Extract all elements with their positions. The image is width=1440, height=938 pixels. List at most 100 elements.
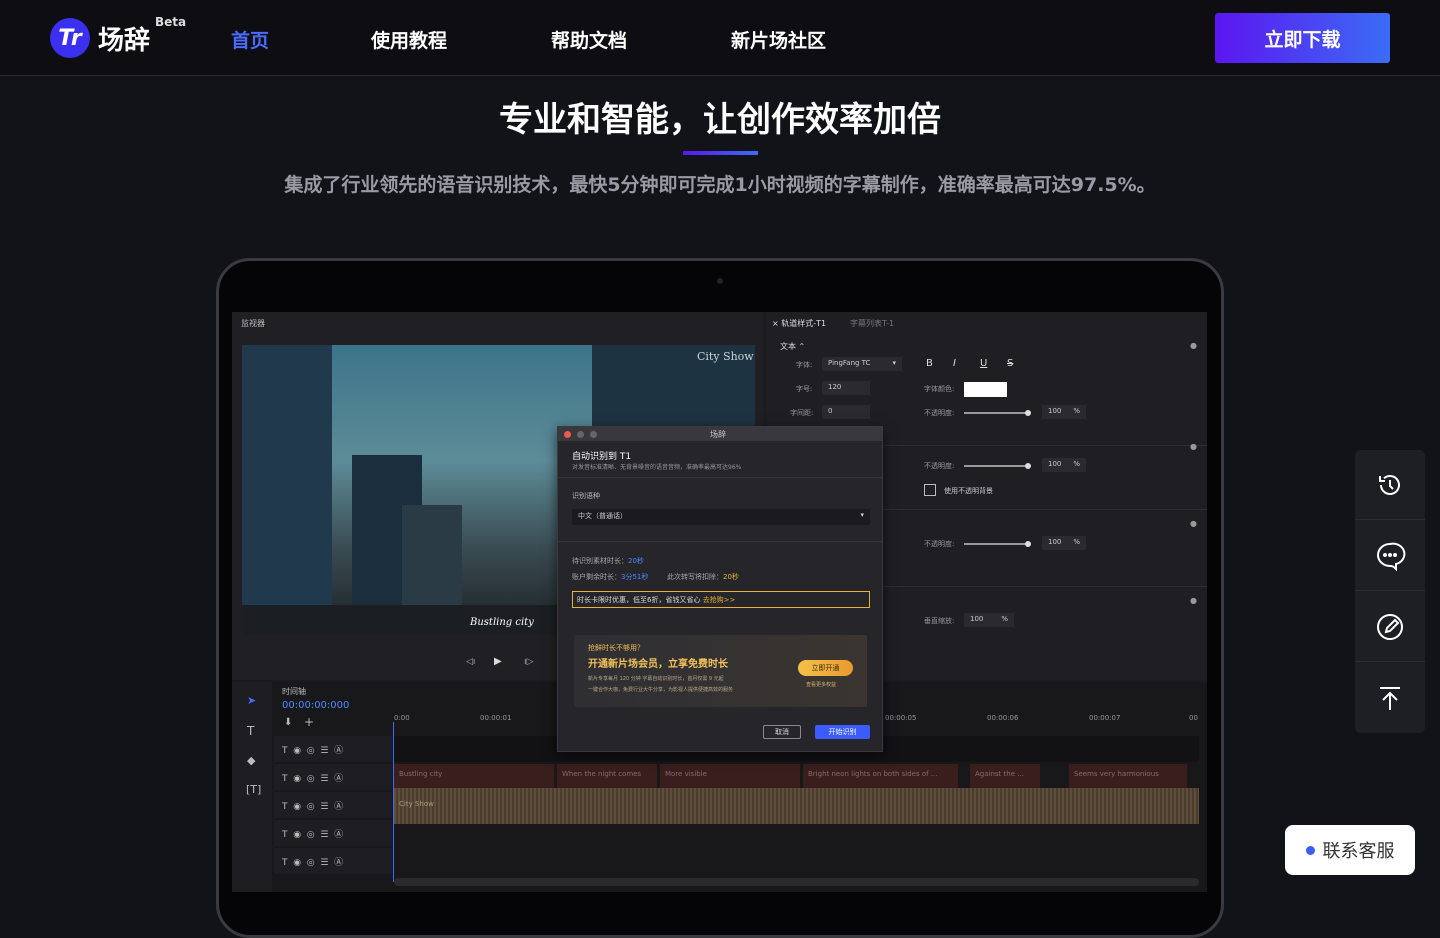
playhead[interactable] [393, 722, 394, 882]
contact-support-button[interactable]: 联系客服 [1285, 825, 1415, 875]
play-icon[interactable]: ▶ [494, 656, 502, 667]
logo-icon[interactable]: Tr [50, 18, 90, 58]
bold-button[interactable]: B [926, 358, 933, 369]
subtitle-clip[interactable]: Seems very harmonious [1069, 764, 1187, 790]
tab-track-style[interactable]: × 轨道样式-T1 [772, 318, 826, 329]
subtitle-clip[interactable]: Bright neon lights on both sides of ... [803, 764, 958, 790]
chat-icon [1377, 542, 1406, 571]
dialog-window-title: 场辞 [710, 430, 726, 439]
timeline-scrollbar[interactable] [394, 878, 1199, 886]
opacity-input[interactable]: 100 % [1042, 458, 1086, 472]
tab-subtitle-list[interactable]: 字幕列表T-1 [850, 318, 894, 329]
dialog-heading: 自动识别到 T1 [572, 452, 632, 462]
track-controls-icons[interactable]: T ◉ ◎ ☰ Ⓐ [282, 799, 343, 812]
eraser-tool-icon[interactable]: ◆ [247, 754, 255, 767]
italic-button[interactable]: I [953, 358, 956, 369]
vertical-scale-input[interactable]: 100 % [964, 613, 1014, 627]
size-input[interactable]: 120 [822, 381, 870, 395]
start-recognize-button[interactable]: 开始识别 [815, 725, 870, 739]
track-header[interactable]: T ◉ ◎ ☰ Ⓐ [274, 848, 392, 874]
minimize-window-icon[interactable] [577, 431, 584, 438]
track-controls-icons[interactable]: T ◉ ◎ ☰ Ⓐ [282, 827, 343, 840]
spacing-input[interactable]: 0 [822, 405, 870, 419]
track-controls-icons[interactable]: T ◉ ◎ ☰ Ⓐ [282, 771, 343, 784]
offer-banner[interactable]: 时长卡限时优惠，低至6折，省钱又省心 去抢购>> [572, 591, 870, 608]
next-frame-icon[interactable]: ı▷ [524, 657, 533, 667]
opacity-input[interactable]: 100 % [1042, 405, 1086, 419]
history-button[interactable] [1355, 450, 1425, 520]
chat-button[interactable] [1355, 521, 1425, 591]
offer-link[interactable]: 去抢购>> [703, 596, 736, 604]
collapse-icon[interactable]: ● [1190, 519, 1197, 528]
nav-tutorial[interactable]: 使用教程 [371, 26, 447, 53]
color-swatch[interactable] [964, 382, 1007, 397]
cancel-button[interactable]: 取消 [763, 725, 801, 739]
close-window-icon[interactable] [564, 431, 571, 438]
opacity-slider-knob[interactable] [1025, 541, 1031, 547]
material-duration-label: 待识别素材时长： [572, 557, 628, 565]
strikethrough-button[interactable]: S [1007, 358, 1013, 369]
chevron-down-icon: ▾ [892, 359, 896, 367]
collapse-icon[interactable]: ● [1190, 442, 1197, 451]
select-tool-icon[interactable]: ➤ [247, 694, 256, 707]
marker-icon[interactable]: ⬇ [284, 717, 292, 728]
prev-frame-icon[interactable]: ◁ı [466, 657, 475, 667]
feedback-button[interactable] [1355, 592, 1425, 662]
edit-icon [1377, 613, 1403, 640]
nav-community[interactable]: 新片场社区 [731, 26, 826, 53]
vip-promo-card[interactable]: 抢鲜时长不够用？ 开通新片场会员，立享免费时长 新片专享每月 120 分钟 字幕… [574, 635, 867, 707]
deduct-duration-label: 此次转写将扣除： [667, 573, 723, 581]
download-button[interactable]: 立即下载 [1215, 13, 1390, 63]
audio-waveform[interactable] [394, 788, 1199, 824]
opacity-slider[interactable] [964, 412, 1028, 414]
underline-button[interactable]: U [980, 358, 987, 369]
opacity-input[interactable]: 100 % [1042, 536, 1086, 550]
text-tool-icon[interactable]: T [247, 724, 254, 738]
promo-open-button[interactable]: 立即开通 [798, 660, 853, 676]
tab-track-style-label: 轨道样式-T1 [781, 319, 827, 328]
bg-opacity-checkbox[interactable] [924, 484, 936, 496]
offer-text: 时长卡限时优惠，低至6折，省钱又省心 [577, 596, 701, 604]
track-controls-icons[interactable]: T ◉ ◎ ☰ Ⓐ [282, 855, 343, 868]
text-section-title[interactable]: 文本 ⌃ [780, 341, 805, 352]
opacity-slider[interactable] [964, 543, 1028, 545]
back-to-top-button[interactable] [1355, 663, 1425, 733]
ruler-tick: 00:00:06 [987, 714, 1019, 722]
track-controls-icons[interactable]: T ◉ ◎ ☰ Ⓐ [282, 743, 343, 756]
promo-more-link[interactable]: 查看更多权益 [806, 681, 836, 688]
font-select[interactable]: PingFang TC ▾ [822, 357, 902, 371]
collapse-icon[interactable]: ● [1190, 596, 1197, 605]
material-duration: 待识别素材时长：20秒 [572, 556, 644, 566]
hero-title: 专业和智能，让创作效率加倍 [499, 100, 941, 140]
track-header[interactable]: T ◉ ◎ ☰ Ⓐ [274, 820, 392, 846]
ruler-tick: 0:00 [394, 714, 410, 722]
app-screenshot: 监视器 City Show Bustling city ◁ı ▶ ı▷ × 轨道… [232, 312, 1207, 892]
opacity-slider[interactable] [964, 465, 1028, 467]
font-label: 字体: [796, 361, 813, 369]
subtitle-clip[interactable]: Bustling city [394, 764, 554, 790]
subtitle-clip[interactable]: More visible [660, 764, 800, 790]
opacity-slider-knob[interactable] [1025, 410, 1031, 416]
font-select-value: PingFang TC [828, 359, 871, 367]
track-header[interactable]: T ◉ ◎ ☰ Ⓐ [274, 736, 392, 762]
nav-home[interactable]: 首页 [231, 26, 269, 53]
maximize-window-icon[interactable] [590, 431, 597, 438]
lang-label: 识别语种 [572, 492, 600, 500]
collapse-icon[interactable]: ● [1190, 341, 1197, 350]
opacity-slider-knob[interactable] [1025, 463, 1031, 469]
hero-subtitle: 集成了行业领先的语音识别技术，最快5分钟即可完成1小时视频的字幕制作，准确率最高… [284, 174, 1156, 196]
subtitle-clip[interactable]: When the night comes [557, 764, 657, 790]
nav-help-docs[interactable]: 帮助文档 [551, 26, 627, 53]
textbox-tool-icon[interactable]: [T] [246, 783, 261, 796]
beta-badge: Beta [155, 15, 187, 29]
track-header[interactable]: T ◉ ◎ ☰ Ⓐ [274, 792, 392, 818]
text-section-label: 文本 [780, 342, 796, 351]
subtitle-clip[interactable]: Against the ... [970, 764, 1040, 790]
track-header[interactable]: T ◉ ◎ ☰ Ⓐ [274, 764, 392, 790]
add-track-icon[interactable]: + [304, 715, 314, 729]
remain-duration-value: 3分51秒 [621, 573, 649, 581]
subtitle-track[interactable]: Bustling city When the night comes More … [394, 764, 1199, 790]
deduct-duration: 此次转写将扣除：20秒 [667, 572, 739, 582]
lang-select[interactable]: 中文（普通话） ▾ [572, 509, 870, 525]
brand-name[interactable]: 场辞 [98, 20, 150, 57]
